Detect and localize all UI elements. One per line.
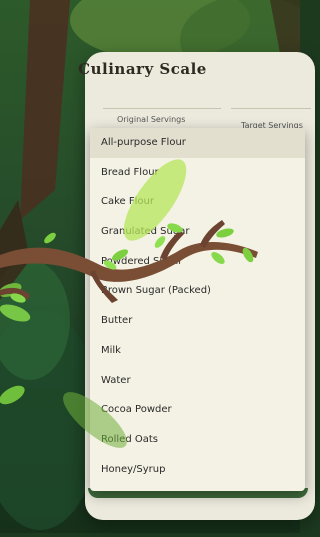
- servings-row: Original Servings Target Servings: [103, 108, 311, 130]
- dropdown-item-granulated-sugar[interactable]: Granulated Sugar: [90, 217, 305, 247]
- ingredient-dropdown-menu: All-purpose Flour Bread Flour Cake Flour…: [90, 128, 305, 491]
- app-title: Culinary Scale: [78, 60, 207, 78]
- target-servings-field[interactable]: Target Servings: [231, 108, 311, 130]
- dropdown-item-butter[interactable]: Butter: [90, 306, 305, 336]
- dropdown-item-rolled-oats[interactable]: Rolled Oats: [90, 425, 305, 455]
- original-servings-field[interactable]: Original Servings: [103, 108, 221, 130]
- dropdown-item-cake-flour[interactable]: Cake Flour: [90, 187, 305, 217]
- dropdown-item-bread-flour[interactable]: Bread Flour: [90, 158, 305, 188]
- dropdown-item-brown-sugar[interactable]: Brown Sugar (Packed): [90, 276, 305, 306]
- dropdown-item-powdered-sugar[interactable]: Powdered Sugar: [90, 247, 305, 277]
- dropdown-item-milk[interactable]: Milk: [90, 336, 305, 366]
- dropdown-item-cocoa-powder[interactable]: Cocoa Powder: [90, 395, 305, 425]
- dropdown-item-all-purpose-flour[interactable]: All-purpose Flour: [90, 128, 305, 158]
- dropdown-item-honey-syrup[interactable]: Honey/Syrup: [90, 455, 305, 485]
- dropdown-item-water[interactable]: Water: [90, 366, 305, 396]
- original-servings-label: Original Servings: [117, 115, 186, 124]
